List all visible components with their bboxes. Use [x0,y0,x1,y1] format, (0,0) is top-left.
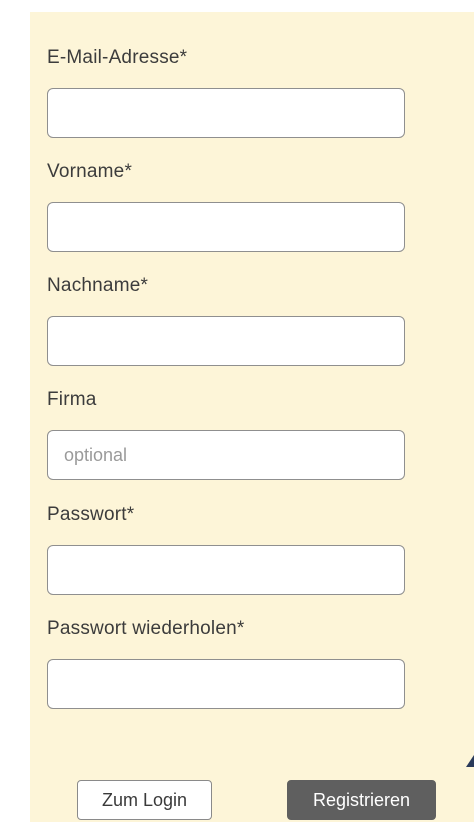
firstname-label: Vorname* [47,161,133,182]
lastname-label: Nachname* [47,275,149,296]
firstname-input[interactable] [47,202,405,252]
corner-triangle-icon [466,755,474,767]
password-field-group: Passwort* [47,503,405,595]
company-input[interactable] [47,430,405,480]
password-repeat-input[interactable] [47,659,405,709]
password-repeat-label: Passwort wiederholen* [47,618,245,639]
firstname-field-group: Vorname* [47,160,405,252]
lastname-input[interactable] [47,316,405,366]
password-repeat-field-group: Passwort wiederholen* [47,617,405,709]
company-field-group: Firma [47,388,405,480]
company-label: Firma [47,389,97,410]
password-label: Passwort* [47,504,135,525]
login-button[interactable]: Zum Login [77,780,212,820]
lastname-field-group: Nachname* [47,274,405,366]
password-input[interactable] [47,545,405,595]
register-button[interactable]: Registrieren [287,780,436,820]
email-label: E-Mail-Adresse* [47,47,188,68]
email-input[interactable] [47,88,405,138]
email-field-group: E-Mail-Adresse* [47,46,405,138]
